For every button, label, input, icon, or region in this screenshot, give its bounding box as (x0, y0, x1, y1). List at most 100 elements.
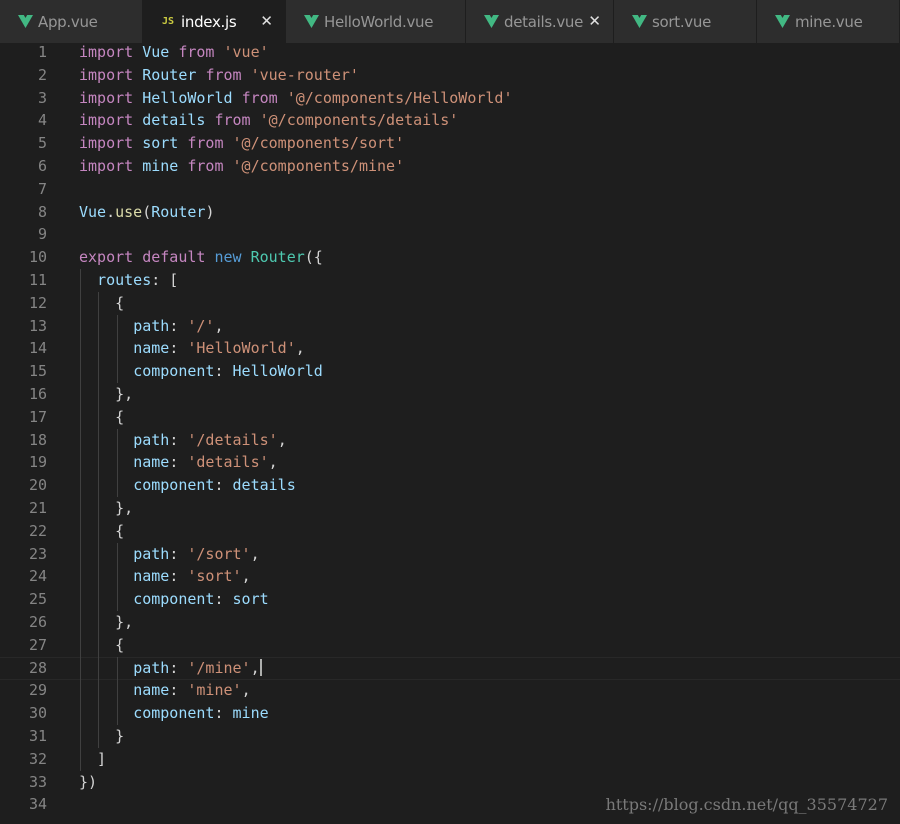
tab-app-vue[interactable]: App.vue (0, 0, 143, 43)
line-number: 34 (28, 795, 47, 814)
code-token: sort (142, 134, 179, 153)
code-line[interactable]: 23 path: '/sort', (0, 543, 900, 566)
code-line[interactable]: 32 ] (0, 748, 900, 771)
code-line[interactable]: 31 } (0, 725, 900, 748)
tab-details-vue[interactable]: details.vue ✕ (466, 0, 614, 43)
code-line[interactable]: 9 (0, 223, 900, 246)
vue-icon (630, 15, 648, 28)
code-line[interactable]: 25 component: sort (0, 588, 900, 611)
code-text: component: sort (79, 588, 268, 611)
close-icon[interactable]: ✕ (588, 12, 601, 30)
code-token: , (295, 339, 305, 358)
code-token: , (268, 453, 278, 472)
code-line[interactable]: 6 import mine from '@/components/mine' (0, 155, 900, 178)
code-line[interactable]: 17 { (0, 406, 900, 429)
code-line[interactable]: 18 path: '/details', (0, 429, 900, 452)
code-token: from (187, 157, 224, 175)
code-token: name (133, 453, 170, 472)
code-line[interactable]: 26 }, (0, 611, 900, 634)
text-cursor (259, 658, 262, 676)
tab-mine-vue[interactable]: mine.vue (757, 0, 900, 43)
code-line[interactable]: 10 export default new Router({ (0, 246, 900, 269)
code-token: ) (205, 202, 215, 221)
code-line[interactable]: 5 import sort from '@/components/sort' (0, 132, 900, 155)
code-line[interactable]: 3 import HelloWorld from '@/components/He… (0, 87, 900, 110)
code-token: , (241, 681, 251, 700)
code-text: { (79, 634, 124, 657)
code-token: details (142, 111, 206, 130)
code-line[interactable]: 12 { (0, 292, 900, 315)
code-token: '/details' (187, 430, 278, 449)
code-text: routes: [ (79, 269, 178, 292)
code-line[interactable]: 14 name: 'HelloWorld', (0, 337, 900, 360)
code-token: { (79, 407, 125, 426)
code-line[interactable]: 7 (0, 178, 900, 201)
code-line[interactable]: 13 path: '/', (0, 315, 900, 338)
code-token: }, (79, 613, 134, 631)
code-token: : (214, 476, 233, 495)
code-token: 'HelloWorld' (187, 339, 296, 358)
code-line[interactable]: 27 { (0, 634, 900, 657)
tab-helloworld-vue[interactable]: HelloWorld.vue (286, 0, 466, 43)
code-line[interactable]: 24 name: 'sort', (0, 565, 900, 588)
code-line[interactable]: 28 path: '/mine', (0, 656, 900, 680)
indent-guide (117, 428, 118, 497)
tab-sort-vue[interactable]: sort.vue (614, 0, 757, 43)
code-line[interactable]: 1 import Vue from 'vue' (0, 41, 900, 64)
code-token: use (115, 202, 143, 221)
vue-icon (773, 15, 791, 28)
code-token: HelloWorld (232, 362, 323, 381)
code-line[interactable]: 2 import Router from 'vue-router' (0, 64, 900, 87)
line-number: 2 (37, 65, 47, 84)
code-token: import (79, 134, 134, 153)
tab-index-js[interactable]: JS index.js ✕ (143, 0, 286, 43)
code-token: path (133, 544, 170, 563)
line-number: 33 (28, 772, 47, 791)
code-line[interactable]: 33}) (0, 771, 900, 794)
code-token: : (169, 681, 188, 700)
line-number: 15 (28, 362, 47, 381)
code-text: component: HelloWorld (79, 360, 323, 383)
code-token: : (169, 453, 188, 472)
code-token: name (133, 339, 170, 358)
code-line[interactable]: 11 routes: [ (0, 269, 900, 292)
close-icon[interactable]: ✕ (260, 12, 273, 30)
code-text: { (79, 292, 124, 315)
code-token: Vue (142, 43, 170, 61)
code-text: component: details (79, 474, 296, 497)
code-token: routes (97, 271, 152, 289)
code-text: export default new Router({ (79, 246, 323, 269)
code-token: 'mine' (187, 681, 242, 700)
code-token: HelloWorld (142, 88, 233, 107)
code-token: import (79, 88, 134, 107)
code-text: path: '/mine', (79, 658, 262, 679)
editor-tab-bar: App.vue JS index.js ✕ HelloWorld.vue details.… (0, 0, 900, 43)
code-line[interactable]: 30 component: mine (0, 702, 900, 725)
code-line[interactable]: 4 import details from '@/components/detai… (0, 109, 900, 132)
vue-icon (302, 15, 320, 28)
code-token: { (79, 635, 125, 654)
code-line[interactable]: 19 name: 'details', (0, 451, 900, 474)
code-editor[interactable]: 1 import Vue from 'vue' 2 import Router fro… (0, 43, 900, 824)
code-line[interactable]: 21 }, (0, 497, 900, 520)
code-token: path (133, 316, 170, 335)
code-line[interactable]: 8 Vue.use(Router) (0, 201, 900, 224)
code-token: : (169, 658, 188, 677)
code-line[interactable]: 20 component: details (0, 474, 900, 497)
code-line[interactable]: 15 component: HelloWorld (0, 360, 900, 383)
code-line[interactable]: 22 { (0, 520, 900, 543)
code-line[interactable]: 16 }, (0, 383, 900, 406)
code-line[interactable]: 29 name: 'mine', (0, 679, 900, 702)
code-token: , (214, 316, 224, 335)
code-token: import (79, 111, 134, 130)
